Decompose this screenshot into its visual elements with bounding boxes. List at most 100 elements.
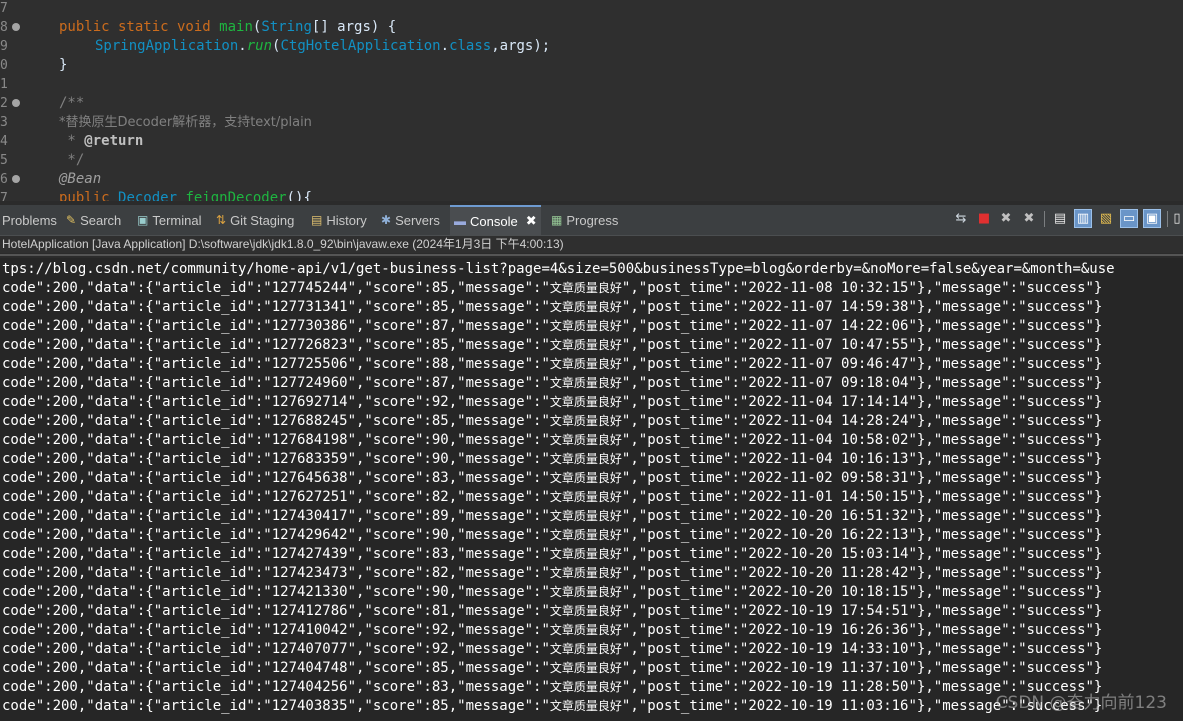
- tab-progress[interactable]: ▦ Progress: [551, 205, 618, 235]
- console-line: code":200,"data":{"article_id":"12772682…: [2, 337, 1103, 353]
- message-text: 文章质量良好: [549, 490, 622, 504]
- post-time: 2022-10-19 11:28:50: [748, 679, 909, 695]
- console-line: code":200,"data":{"article_id":"12743041…: [2, 508, 1103, 524]
- message-text: 文章质量良好: [549, 414, 622, 428]
- divider: [0, 254, 1183, 256]
- score: 83: [431, 470, 449, 486]
- message-text: 文章质量良好: [549, 376, 622, 390]
- line-number: 7: [0, 1, 8, 16]
- word-wrap-icon[interactable]: ▧: [1097, 209, 1115, 228]
- message-text: 文章质量良好: [549, 433, 622, 447]
- stop-remove-icon[interactable]: ⇆: [952, 209, 970, 228]
- code-line-main: public static void main(String[] args) {: [59, 19, 397, 35]
- show-console-on-stderr-icon[interactable]: ▣: [1143, 209, 1161, 228]
- score: 82: [431, 489, 449, 505]
- line-number: 4: [0, 134, 8, 149]
- message-text: 文章质量良好: [549, 338, 622, 352]
- article-id: 127688245: [271, 413, 348, 429]
- fold-toggle-icon[interactable]: [12, 99, 20, 107]
- console-line: code":200,"data":{"article_id":"12764563…: [2, 470, 1103, 486]
- score: 92: [431, 394, 449, 410]
- message-text: 文章质量良好: [549, 642, 622, 656]
- article-id: 127404748: [271, 660, 348, 676]
- search-icon: ✎: [66, 213, 77, 227]
- message-text: 文章质量良好: [549, 623, 622, 637]
- article-id: 127423473: [271, 565, 348, 581]
- post-time: 2022-11-07 14:59:38: [748, 299, 909, 315]
- message-text: 文章质量良好: [549, 281, 622, 295]
- post-time: 2022-11-07 10:47:55: [748, 337, 909, 353]
- post-time: 2022-11-07 09:18:04: [748, 375, 909, 391]
- article-id: 127745244: [271, 280, 348, 296]
- git-staging-icon: ⇅: [216, 213, 227, 227]
- post-time: 2022-11-02 09:58:31: [748, 470, 909, 486]
- remove-launch-icon[interactable]: ✖: [997, 209, 1015, 228]
- tab-problems[interactable]: Problems: [2, 205, 57, 235]
- post-time: 2022-11-07 14:22:06: [748, 318, 909, 334]
- progress-icon: ▦: [551, 213, 563, 227]
- code-editor[interactable]: 78901234567 public static void main(Stri…: [0, 0, 1183, 201]
- post-time: 2022-11-04 14:28:24: [748, 413, 909, 429]
- console-line: code":200,"data":{"article_id":"12742743…: [2, 546, 1103, 562]
- article-id: 127410042: [271, 622, 348, 638]
- console-line: code":200,"data":{"article_id":"12742964…: [2, 527, 1103, 543]
- clear-console-icon[interactable]: ▤: [1051, 209, 1069, 228]
- tab-search[interactable]: ✎ Search: [66, 205, 121, 235]
- console-line: code":200,"data":{"article_id":"12740425…: [2, 679, 1103, 695]
- toolbar-separator: [1044, 211, 1045, 227]
- terminate-icon[interactable]: ■: [975, 209, 993, 228]
- post-time: 2022-10-19 14:33:10: [748, 641, 909, 657]
- score: 83: [431, 546, 449, 562]
- post-time: 2022-10-19 17:54:51: [748, 603, 909, 619]
- show-console-on-stdout-icon[interactable]: ▭: [1120, 209, 1138, 228]
- post-time: 2022-11-04 17:14:14: [748, 394, 909, 410]
- post-time: 2022-10-19 11:37:10: [748, 660, 909, 676]
- tab-console[interactable]: ▬ Console ✖: [450, 205, 541, 235]
- article-id: 127429642: [271, 527, 348, 543]
- score: 83: [431, 679, 449, 695]
- article-id: 127726823: [271, 337, 348, 353]
- message-text: 文章质量良好: [549, 509, 622, 523]
- console-line: code":200,"data":{"article_id":"12774524…: [2, 280, 1103, 296]
- score: 90: [431, 584, 449, 600]
- post-time: 2022-11-08 10:32:15: [748, 280, 909, 296]
- score: 82: [431, 565, 449, 581]
- close-icon[interactable]: ✖: [526, 213, 537, 229]
- article-id: 127683359: [271, 451, 348, 467]
- console-line: code":200,"data":{"article_id":"12741004…: [2, 622, 1103, 638]
- line-number: 5: [0, 153, 8, 168]
- tab-git-staging[interactable]: ⇅ Git Staging: [216, 205, 294, 235]
- pin-console-icon[interactable]: ▯: [1172, 209, 1182, 228]
- line-number: 3: [0, 115, 8, 130]
- fold-toggle-icon[interactable]: [12, 175, 20, 183]
- scroll-lock-icon[interactable]: ▥: [1074, 209, 1092, 228]
- tab-terminal[interactable]: ▣ Terminal: [137, 205, 201, 235]
- message-text: 文章质量良好: [549, 604, 622, 618]
- message-text: 文章质量良好: [549, 547, 622, 561]
- code-line-close-brace: }: [59, 57, 68, 73]
- message-text: 文章质量良好: [549, 395, 622, 409]
- remove-all-launches-icon[interactable]: ✖: [1020, 209, 1038, 228]
- tab-history[interactable]: ▤ History: [311, 205, 367, 235]
- post-time: 2022-10-20 11:28:42: [748, 565, 909, 581]
- message-text: 文章质量良好: [549, 585, 622, 599]
- article-id: 127645638: [271, 470, 348, 486]
- article-id: 127430417: [271, 508, 348, 524]
- tab-servers[interactable]: ✱ Servers: [381, 205, 440, 235]
- article-id: 127627251: [271, 489, 348, 505]
- score: 85: [431, 337, 449, 353]
- post-time: 2022-10-19 16:26:36: [748, 622, 909, 638]
- console-line: code":200,"data":{"article_id":"12762725…: [2, 489, 1103, 505]
- article-id: 127725506: [271, 356, 348, 372]
- article-id: 127412786: [271, 603, 348, 619]
- watermark: CSDN @奋力向前123: [995, 693, 1167, 713]
- post-time: 2022-11-04 10:58:02: [748, 432, 909, 448]
- console-output[interactable]: tps://blog.csdn.net/community/home-api/v…: [0, 258, 1183, 721]
- fold-toggle-icon[interactable]: [12, 23, 20, 31]
- code-line-run: SpringApplication.run(CtgHotelApplicatio…: [95, 38, 551, 54]
- line-number: 9: [0, 39, 8, 54]
- article-id: 127724960: [271, 375, 348, 391]
- score: 92: [431, 622, 449, 638]
- score: 92: [431, 641, 449, 657]
- toolbar-separator: [1167, 211, 1168, 227]
